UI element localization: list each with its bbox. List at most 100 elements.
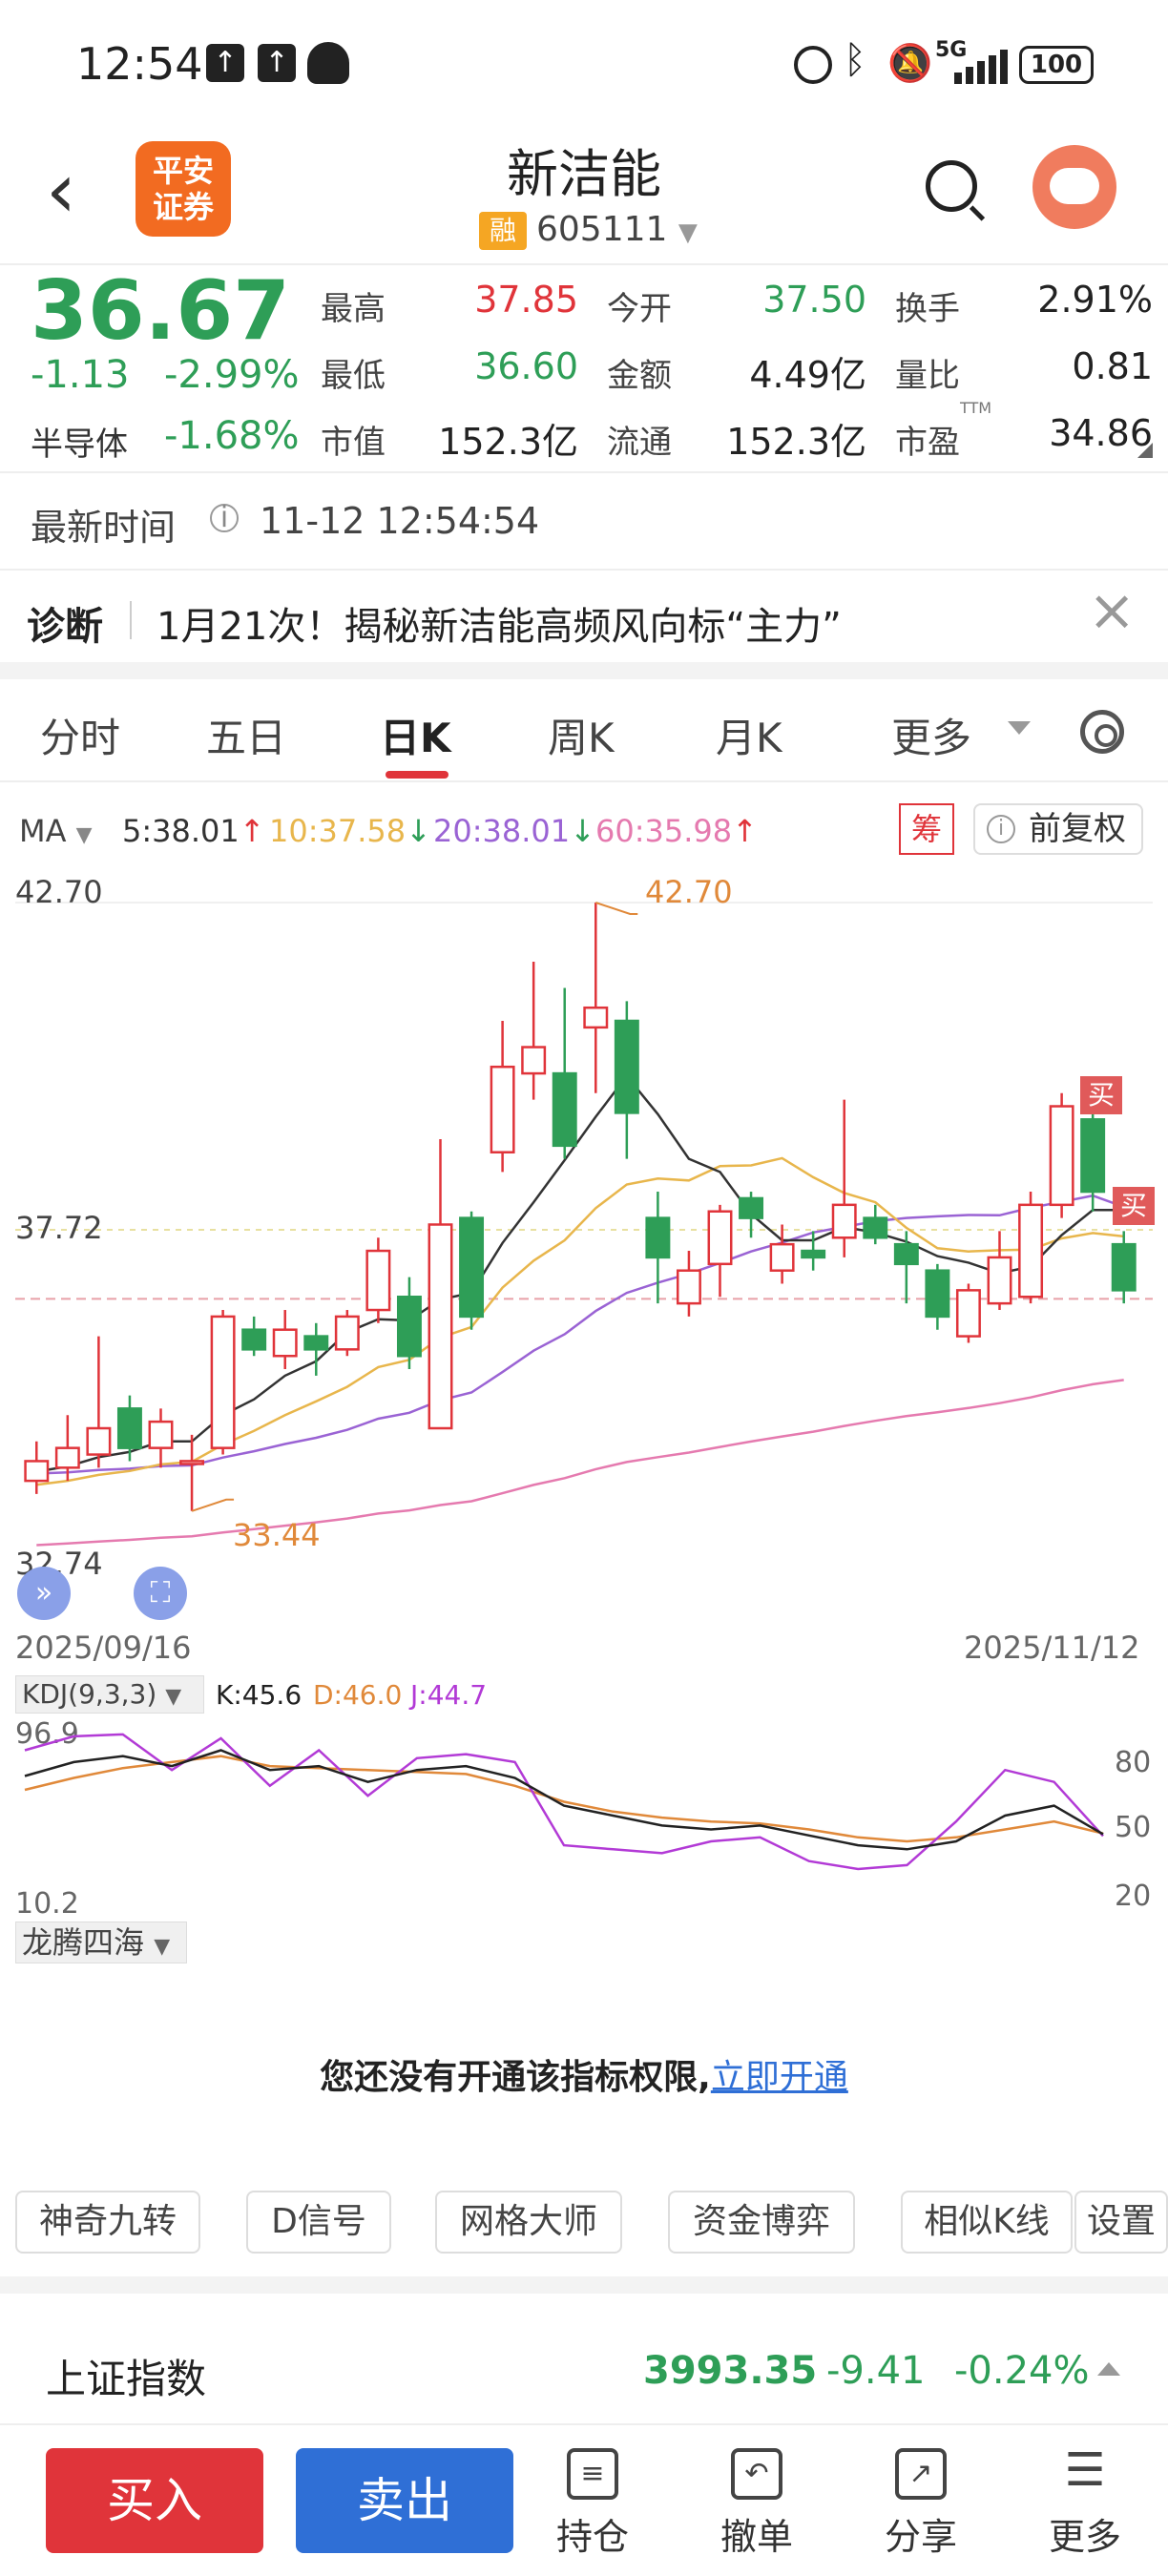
nav-share-label: 分享	[884, 2516, 957, 2558]
divider	[130, 601, 132, 639]
upload-icon: ↑	[258, 44, 296, 82]
candle-body	[241, 1328, 267, 1351]
buy-button[interactable]: 买入	[46, 2448, 263, 2553]
tool-grid-master[interactable]: 网格大师	[435, 2191, 622, 2254]
tab-fenshi[interactable]: 分时	[40, 706, 120, 764]
sell-button[interactable]: 卖出	[296, 2448, 513, 2553]
activate-link[interactable]: 立即开通	[711, 2058, 848, 2097]
current-price: 36.67	[31, 263, 291, 359]
kdj-chart[interactable]	[15, 1725, 1113, 1912]
quote-value-volume-ratio: 0.81	[1072, 345, 1153, 387]
min-price-annotation: 33.44	[233, 1517, 321, 1553]
candle-body	[459, 1216, 485, 1319]
chip-distribution-button[interactable]: 筹	[899, 803, 954, 855]
candle-body	[490, 1065, 515, 1153]
menu-icon: ☰	[1064, 2443, 1106, 2497]
candle-body	[769, 1242, 795, 1272]
candle-body	[428, 1223, 453, 1430]
sector-name[interactable]: 半导体	[31, 418, 128, 465]
candle-body	[521, 1046, 547, 1075]
candle-body	[396, 1296, 422, 1358]
tab-daily-k[interactable]: 日K	[380, 706, 451, 764]
candlestick-chart[interactable]	[15, 874, 1153, 1609]
ma5-line	[36, 1073, 1124, 1473]
section-gap	[0, 662, 1168, 679]
expand-corner-icon[interactable]	[1137, 443, 1153, 458]
candle-body	[614, 1019, 639, 1114]
mute-icon: 🔕	[887, 42, 933, 84]
share-icon: ↗	[895, 2448, 947, 2500]
cancel-order-icon: ↶	[731, 2448, 782, 2500]
fullscreen-icon[interactable]: ⛶	[134, 1567, 187, 1620]
candle-body	[739, 1196, 764, 1219]
index-name[interactable]: 上证指数	[46, 2347, 206, 2405]
candle-body	[24, 1460, 50, 1483]
pe-ttm-sup: TTM	[960, 399, 992, 417]
tab-weekly-k[interactable]: 周K	[548, 706, 615, 764]
quote-label-turnover: 换手	[895, 290, 960, 328]
battery-indicator: 100	[1019, 46, 1094, 84]
candle-body	[583, 1006, 609, 1029]
tool-similar-k[interactable]: 相似K线	[901, 2191, 1073, 2254]
nav-cancel-order[interactable]: ↶ 撤单	[685, 2448, 828, 2566]
tool-d-signal[interactable]: D信号	[246, 2191, 391, 2254]
candle-body	[987, 1256, 1012, 1305]
quote-label-low: 最低	[321, 357, 386, 395]
nav-cancel-order-label: 撤单	[720, 2516, 793, 2558]
nav-share[interactable]: ↗ 分享	[849, 2448, 992, 2566]
chevron-up-icon[interactable]	[1097, 2362, 1120, 2376]
expand-icon[interactable]: »	[17, 1567, 71, 1620]
close-icon[interactable]: ×	[1088, 582, 1136, 639]
kdj-d-value: D:46.0	[313, 1679, 403, 1711]
tool-magic-nine[interactable]: 神奇九转	[15, 2191, 200, 2254]
divider	[0, 2423, 1168, 2425]
stock-code[interactable]: 605111 ▼	[536, 210, 698, 249]
candle-body	[831, 1203, 857, 1239]
date-start-label: 2025/09/16	[15, 1630, 192, 1666]
status-time: 12:54	[76, 38, 203, 90]
quote-value-amount: 4.49亿	[749, 354, 866, 396]
divider	[0, 471, 1168, 473]
tool-settings[interactable]: 设置	[1074, 2191, 1168, 2254]
diagnosis-text[interactable]: 1月21次！揭秘新洁能高频风向标“主力”	[156, 595, 842, 651]
info-icon[interactable]: i	[210, 504, 239, 532]
ma-selector[interactable]: MA ▼	[19, 813, 93, 849]
nav-holdings[interactable]: ≡ 持仓	[521, 2448, 664, 2566]
y-axis-mid-label: 37.72	[15, 1210, 103, 1246]
index-change: -9.41	[826, 2349, 926, 2393]
nav-more-label: 更多	[1048, 2516, 1121, 2558]
max-price-pointer	[594, 902, 638, 915]
gear-icon[interactable]	[1080, 710, 1124, 754]
candle-body	[707, 1210, 733, 1266]
upload-icon: ↑	[206, 44, 244, 82]
quote-value-turnover: 2.91%	[1037, 279, 1153, 321]
nav-holdings-label: 持仓	[555, 2516, 629, 2558]
candle-body	[179, 1460, 205, 1465]
tab-more[interactable]: 更多	[891, 706, 971, 764]
max-price-annotation: 42.70	[645, 874, 733, 910]
nav-more[interactable]: ☰ 更多	[1013, 2443, 1157, 2566]
candle-body	[86, 1426, 112, 1456]
search-icon[interactable]	[926, 160, 977, 212]
quote-value-high: 37.85	[474, 279, 578, 321]
tab-wuri[interactable]: 五日	[206, 706, 286, 764]
kdj-selector[interactable]: KDJ(9,3,3) ▼	[15, 1675, 204, 1714]
info-icon: i	[987, 815, 1015, 843]
kdj-tick-80: 80	[1115, 1746, 1152, 1779]
ma20-value: 20:38.01↓	[433, 813, 595, 849]
min-price-pointer	[191, 1498, 235, 1512]
status-bar: 12:54 ↑ ↑ ᛒ 🔕 5G 100	[0, 0, 1168, 134]
quote-label-float: 流通	[607, 424, 672, 462]
kdj-k-value: K:45.6	[216, 1679, 302, 1711]
candle-body	[925, 1269, 950, 1319]
indicator-selector[interactable]: 龙腾四海 ▼	[15, 1922, 187, 1963]
kdj-tick-20: 20	[1115, 1880, 1152, 1913]
y-axis-top-label: 42.70	[15, 874, 103, 910]
quote-value-low: 36.60	[474, 345, 578, 387]
chevron-down-icon: ▼	[75, 823, 93, 847]
buy-signal-tag: 买	[1080, 1076, 1122, 1114]
kdj-j-value: J:44.7	[410, 1679, 488, 1711]
avatar[interactable]	[1032, 145, 1116, 229]
tool-fund-game[interactable]: 资金博弈	[668, 2191, 855, 2254]
tab-monthly-k[interactable]: 月K	[716, 706, 782, 764]
